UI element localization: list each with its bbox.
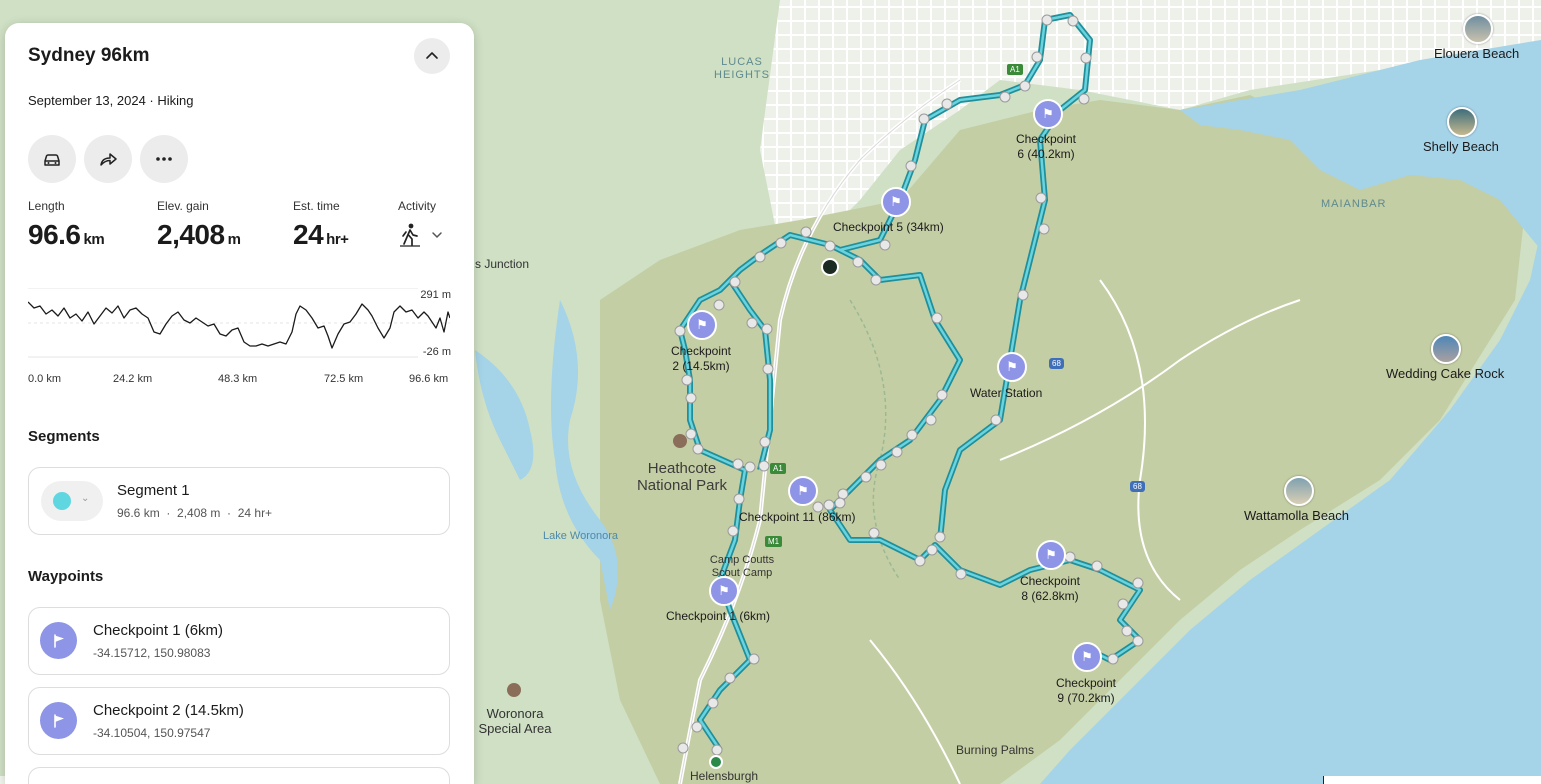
stat-activity-label: Activity (398, 199, 437, 213)
beach-pin-wedding-cake[interactable] (1431, 334, 1461, 364)
elevation-profile-chart[interactable] (28, 288, 450, 358)
waypoint-name: Checkpoint 1 (6km) (93, 622, 224, 639)
elevation-x-tick: 0.0 km (28, 373, 62, 385)
stat-elev-gain: Elev. gain 2,408 m (157, 199, 241, 251)
stat-elev-label: Elev. gain (157, 199, 209, 213)
elevation-x-tick: 72.5 km (324, 373, 364, 385)
chevron-up-icon (426, 52, 438, 59)
stat-elev-value: 2,408 (157, 219, 225, 250)
checkpoint-marker-water[interactable]: ⚑ (997, 352, 1027, 382)
elevation-line (28, 301, 450, 349)
flag-icon: ⚑ (718, 583, 730, 598)
waypoint-card[interactable]: Checkpoint 1 (6km) -34.15712, 150.98083 (28, 607, 450, 675)
checkpoint-label-1: Checkpoint 1 (6km) (666, 609, 771, 623)
road-badge-68: 68 (1130, 481, 1145, 492)
beach-label-shelly: Shelly Beach (1423, 139, 1499, 154)
checkpoint-marker-5[interactable]: ⚑ (881, 187, 911, 217)
segment-color-swatch (53, 492, 71, 510)
route-title: Sydney 96km (28, 45, 150, 66)
waypoint-card[interactable] (28, 767, 450, 784)
stat-time-label: Est. time (293, 199, 340, 213)
drive-button[interactable] (28, 135, 76, 183)
segment-detail: 96.6 km · 2,408 m · 24 hr+ (117, 506, 273, 520)
waypoint-card[interactable]: Checkpoint 2 (14.5km) -34.10504, 150.975… (28, 687, 450, 755)
checkpoint-marker-2[interactable]: ⚑ (687, 310, 717, 340)
waypoint-flag-icon (40, 702, 77, 739)
stat-time-value: 24 (293, 219, 324, 250)
beach-pin-wattamolla[interactable] (1284, 476, 1314, 506)
checkpoint-label-11: Checkpoint 11 (86km) (739, 510, 856, 524)
flag-icon: ⚑ (696, 317, 708, 332)
hiker-icon (400, 223, 420, 247)
map-scale (1323, 776, 1541, 784)
checkpoint-label-9: Checkpoint 9 (70.2km) (1055, 676, 1117, 705)
car-icon (44, 154, 60, 166)
stat-length-value: 96.6 (28, 219, 81, 250)
checkpoint-marker-8[interactable]: ⚑ (1036, 540, 1066, 570)
share-button[interactable] (84, 135, 132, 183)
stat-length-label: Length (28, 199, 65, 213)
checkpoint-label-5: Checkpoint 5 (34km) (833, 220, 944, 234)
stat-length-unit: km (83, 231, 105, 248)
flag-icon: ⚑ (1045, 547, 1057, 562)
waypoint-name: Checkpoint 2 (14.5km) (93, 702, 244, 719)
road-badge-a1: A1 (1007, 64, 1023, 75)
road-badge-m1: M1 (765, 536, 783, 547)
flag-icon: ⚑ (797, 483, 809, 498)
stat-est-time: Est. time 24 hr+ (293, 199, 349, 251)
stat-time-unit: hr+ (326, 231, 349, 248)
collapse-button[interactable] (414, 38, 450, 74)
activity-dropdown[interactable] (431, 228, 443, 246)
segment-card[interactable]: ⌄ Segment 1 96.6 km · 2,408 m · 24 hr+ (28, 467, 450, 535)
stat-elev-unit: m (227, 231, 241, 248)
waypoint-flag-icon (40, 622, 77, 659)
checkpoint-label-8: Checkpoint 8 (62.8km) (1019, 574, 1081, 603)
waypoint-coords: -34.10504, 150.97547 (93, 726, 211, 740)
road-badge-a1: A1 (770, 463, 786, 474)
activity-selector[interactable] (398, 222, 422, 253)
route-subtitle: September 13, 2024 · Hiking (28, 93, 194, 108)
elevation-min-label: -26 m (422, 346, 451, 358)
more-icon (156, 157, 172, 161)
more-button[interactable] (140, 135, 188, 183)
route-details-panel: Sydney 96km September 13, 2024 · Hiking … (5, 23, 474, 784)
beach-label-wedding-cake: Wedding Cake Rock (1386, 366, 1505, 381)
flag-icon: ⚑ (1081, 649, 1093, 664)
segment-color-toggle[interactable]: ⌄ (41, 481, 103, 521)
checkpoint-marker-6[interactable]: ⚑ (1033, 99, 1063, 129)
chevron-down-icon (432, 232, 442, 239)
waypoint-coords: -34.15712, 150.98083 (93, 646, 211, 660)
waypoints-heading: Waypoints (28, 568, 104, 585)
elevation-max-label: 291 m (420, 289, 451, 301)
chevron-down-icon: ⌄ (81, 493, 90, 504)
checkpoint-marker-9[interactable]: ⚑ (1072, 642, 1102, 672)
segments-heading: Segments (28, 428, 100, 445)
flag-icon (53, 633, 64, 648)
checkpoint-marker-11[interactable]: ⚑ (788, 476, 818, 506)
beach-label-wattamolla: Wattamolla Beach (1244, 508, 1350, 523)
beach-pin-shelly[interactable] (1447, 107, 1477, 137)
stat-length: Length 96.6 km (28, 199, 105, 251)
checkpoint-marker-1[interactable]: ⚑ (709, 576, 739, 606)
checkpoint-label-6: Checkpoint 6 (40.2km) (1015, 132, 1077, 161)
flag-icon: ⚑ (890, 194, 902, 209)
flag-icon: ⚑ (1006, 359, 1018, 374)
elevation-x-tick: 96.6 km (409, 373, 449, 385)
checkpoint-label-water: Water Station (970, 386, 1043, 400)
road-badge-68: 68 (1049, 358, 1064, 369)
elevation-x-tick: 24.2 km (113, 373, 153, 385)
segment-name: Segment 1 (117, 482, 190, 499)
beach-label-elouera: Elouera Beach (1434, 46, 1520, 61)
flag-icon: ⚑ (1042, 106, 1054, 121)
beach-pin-elouera[interactable] (1463, 14, 1493, 44)
share-icon (100, 153, 117, 166)
elevation-x-tick: 48.3 km (218, 373, 258, 385)
stat-activity: Activity (398, 199, 436, 213)
flag-icon (53, 713, 64, 728)
checkpoint-label-2: Checkpoint 2 (14.5km) (670, 344, 732, 373)
